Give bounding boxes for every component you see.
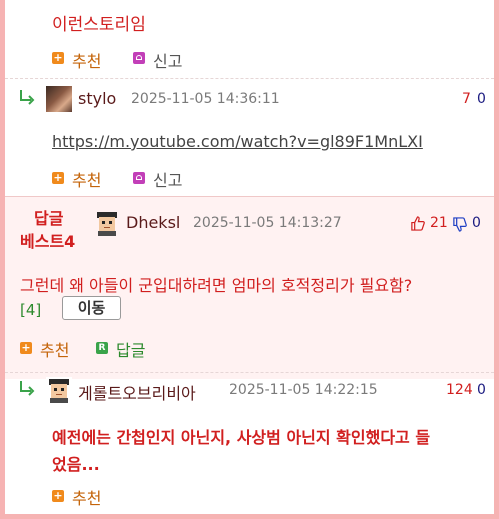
recommend-button[interactable]: 추천 xyxy=(72,485,101,509)
youtube-link[interactable]: https://m.youtube.com/watch?v=gl89F1MnLX… xyxy=(52,132,423,151)
reply-arrow-icon xyxy=(20,90,35,105)
avatar[interactable] xyxy=(46,86,72,112)
recommend-button[interactable]: 추천 xyxy=(72,167,101,191)
plus-box-icon[interactable]: + xyxy=(52,172,64,184)
comment-text-line1: 예전에는 간첩인지 아닌지, 사상범 아닌지 확인했다고 들 xyxy=(52,428,431,447)
comment-text-line2: 었음... xyxy=(52,455,100,474)
reply-count: [4] xyxy=(20,301,42,319)
divider xyxy=(5,78,494,79)
report-button[interactable]: 신고 xyxy=(153,167,182,191)
downvote-count: 0 xyxy=(477,91,486,107)
move-button[interactable]: 이동 xyxy=(62,296,121,320)
upvote-count: 21 xyxy=(430,215,448,231)
reply-button[interactable]: 답글 xyxy=(116,337,145,361)
comment-text: 그런데 왜 아들이 군입대하려면 엄마의 호적정리가 필요함? xyxy=(20,276,413,295)
downvote-count: 0 xyxy=(477,382,486,398)
comment-text: 이런스토리임 xyxy=(52,15,146,35)
thumbs-up-icon[interactable] xyxy=(410,216,425,231)
timestamp: 2025-11-05 14:22:15 xyxy=(229,382,378,398)
best-badge-line1: 답글 xyxy=(34,209,64,228)
timestamp: 2025-11-05 14:13:27 xyxy=(193,215,342,231)
username[interactable]: stylo xyxy=(78,89,116,108)
recommend-button[interactable]: 추천 xyxy=(72,48,101,72)
username[interactable]: 게롤트오브리비아 xyxy=(78,380,196,404)
upvote-count: 7 xyxy=(462,91,471,107)
r-box-icon[interactable]: R xyxy=(96,342,108,354)
upvote-count: 124 xyxy=(446,382,473,398)
avatar[interactable] xyxy=(46,377,72,403)
plus-box-icon[interactable]: + xyxy=(52,52,64,64)
timestamp: 2025-11-05 14:36:11 xyxy=(131,91,280,107)
reply-arrow-icon xyxy=(20,381,35,396)
downvote-count: 0 xyxy=(472,215,481,231)
report-siren-icon[interactable] xyxy=(133,172,145,184)
report-button[interactable]: 신고 xyxy=(153,48,182,72)
recommend-button[interactable]: 추천 xyxy=(40,337,69,361)
report-siren-icon[interactable] xyxy=(133,52,145,64)
avatar[interactable] xyxy=(94,210,120,236)
divider xyxy=(5,196,494,197)
plus-box-icon[interactable]: + xyxy=(20,342,32,354)
thumbs-down-icon[interactable] xyxy=(452,217,467,232)
best-badge-line2: 베스트4 xyxy=(20,232,76,251)
divider xyxy=(5,372,494,373)
plus-box-icon[interactable]: + xyxy=(52,490,64,502)
username[interactable]: Dheksl xyxy=(126,213,180,232)
